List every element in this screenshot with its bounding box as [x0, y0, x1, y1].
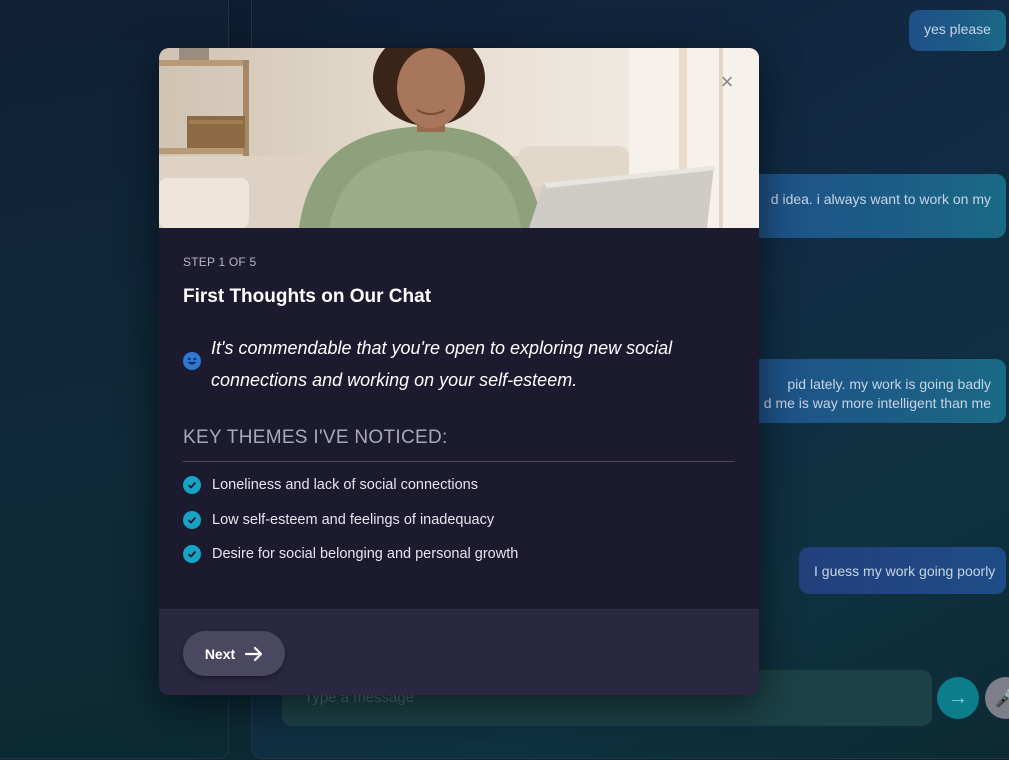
themes-list: Loneliness and lack of social connection… — [183, 476, 518, 580]
themes-heading: KEY THEMES I'VE NOTICED: — [183, 427, 448, 448]
message-line: I guess my work going poorly — [814, 563, 996, 579]
next-button-label: Next — [204, 645, 236, 662]
step-indicator: STEP 1 OF 5 — [183, 255, 257, 269]
theme-text: Desire for social belonging and personal… — [212, 546, 519, 562]
user-message: I guess my work going poorly — [799, 547, 1006, 594]
message-line: d me is way more intelligent than me — [763, 395, 991, 411]
message-line: yes please — [924, 21, 991, 37]
message-line: d idea. i always want to work on my — [770, 191, 991, 207]
list-item: Low self-esteem and feelings of inadequa… — [183, 510, 518, 529]
arrow-right-icon: → — [948, 686, 968, 709]
check-circle-icon — [183, 510, 201, 529]
close-button[interactable]: × — [715, 70, 739, 94]
divider — [183, 461, 735, 462]
check-circle-icon — [183, 476, 201, 494]
modal-title: First Thoughts on Our Chat — [183, 286, 432, 307]
message-line: pid lately. my work is going badly — [787, 376, 991, 392]
check-circle-icon — [183, 545, 201, 563]
send-button[interactable]: → — [937, 677, 979, 719]
smiley-icon — [183, 352, 201, 370]
user-message: d idea. i always want to work on my — [720, 174, 1006, 238]
modal-footer: Next — [159, 609, 759, 695]
close-icon: × — [720, 69, 734, 94]
next-button[interactable]: Next — [183, 631, 285, 676]
woman-laptop-illustration — [159, 48, 759, 228]
summary-quote: It's commendable that you're open to exp… — [211, 338, 673, 390]
hero-image: × — [159, 48, 759, 228]
onboarding-modal: × STEP 1 OF 5 First Thoughts on Our Chat… — [159, 48, 759, 695]
theme-text: Low self-esteem and feelings of inadequa… — [212, 511, 495, 528]
user-message: pid lately. my work is going badly d me … — [720, 359, 1006, 423]
theme-text: Loneliness and lack of social connection… — [212, 477, 478, 493]
list-item: Loneliness and lack of social connection… — [183, 476, 518, 494]
arrow-right-icon — [245, 646, 263, 661]
user-message: yes please — [909, 10, 1006, 51]
list-item: Desire for social belonging and personal… — [183, 545, 518, 563]
microphone-icon: 🎤 — [994, 687, 1009, 708]
